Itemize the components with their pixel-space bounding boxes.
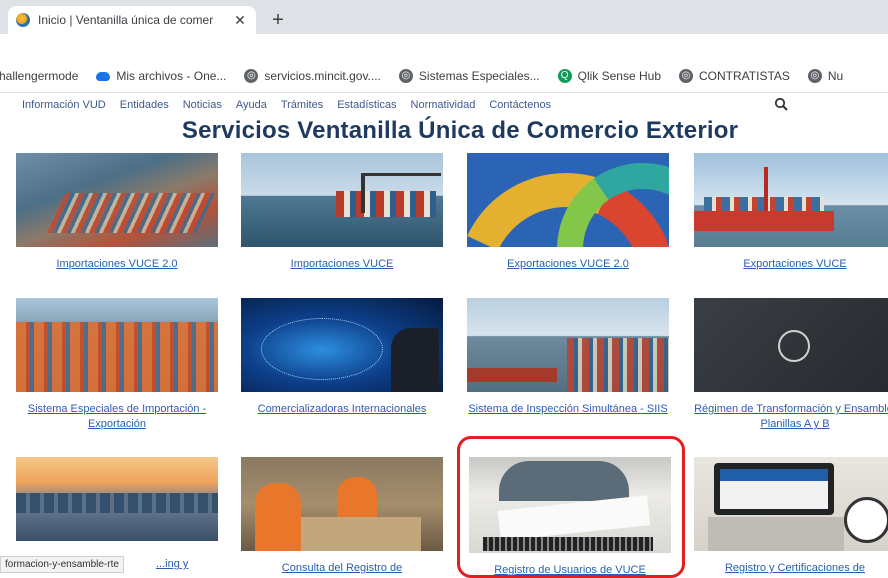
nav-estadisticas[interactable]: Estadísticas bbox=[337, 99, 396, 111]
highlight-box bbox=[457, 436, 685, 578]
bookmark-label: servicios.mincit.gov.... bbox=[264, 69, 381, 83]
globe-icon: ◎ bbox=[398, 69, 413, 83]
ship-crane-image bbox=[241, 153, 443, 247]
bookmark-label: Sistemas Especiales... bbox=[418, 69, 540, 83]
card-label[interactable]: Régimen de Transformación y Ensamble, Pl… bbox=[694, 402, 888, 432]
service-card-comercializadoras[interactable]: Comercializadoras Internacionales bbox=[241, 298, 443, 417]
factory-workers-image bbox=[241, 457, 443, 551]
nav-normatividad[interactable]: Normatividad bbox=[411, 99, 476, 111]
qlik-icon: Q bbox=[557, 69, 572, 83]
search-icon[interactable] bbox=[774, 97, 788, 114]
card-label[interactable]: Exportaciones VUCE bbox=[694, 257, 888, 272]
service-card-registro-certificaciones[interactable]: Registro y Certificaciones de bbox=[694, 457, 888, 576]
card-label[interactable]: Registro y Certificaciones de bbox=[694, 561, 888, 576]
card-label[interactable]: Importaciones VUCE bbox=[241, 257, 443, 272]
card-label[interactable]: Comercializadoras Internacionales bbox=[241, 402, 443, 417]
loading-circle-icon bbox=[778, 330, 810, 362]
nav-ayuda[interactable]: Ayuda bbox=[236, 99, 267, 111]
nav-noticias[interactable]: Noticias bbox=[183, 99, 222, 111]
bookmark-servicios-mincit[interactable]: ◎ servicios.mincit.gov.... bbox=[244, 69, 381, 83]
bookmark-label: Qlik Sense Hub bbox=[577, 69, 661, 83]
nav-informacion-vud[interactable]: Información VUD bbox=[22, 99, 106, 111]
port-city-image bbox=[467, 298, 669, 392]
address-bar-area bbox=[0, 34, 888, 60]
site-navigation: Información VUD Entidades Noticias Ayuda… bbox=[0, 93, 888, 117]
card-label-partial[interactable]: ...ing y bbox=[156, 558, 188, 570]
bookmark-label: CONTRATISTAS bbox=[699, 69, 790, 83]
service-card-importaciones-vuce[interactable]: Importaciones VUCE bbox=[241, 153, 443, 272]
card-label[interactable]: Consulta del Registro de bbox=[241, 561, 443, 576]
bookmark-challengermode[interactable]: hallengermode bbox=[0, 69, 78, 83]
colorful-containers-image bbox=[467, 153, 669, 247]
new-tab-button[interactable]: + bbox=[266, 8, 290, 32]
site-favicon-icon bbox=[16, 13, 30, 27]
service-card-importaciones-vuce-2[interactable]: Importaciones VUCE 2.0 bbox=[16, 153, 218, 272]
service-card-exportaciones-vuce-2[interactable]: Exportaciones VUCE 2.0 bbox=[467, 153, 669, 272]
cargo-ship-image bbox=[694, 153, 888, 247]
card-label[interactable]: Exportaciones VUCE 2.0 bbox=[467, 257, 669, 272]
container-yard-image bbox=[16, 298, 218, 392]
card-label[interactable]: Sistema Especiales de Importación - Expo… bbox=[16, 402, 218, 432]
cloud-icon bbox=[96, 71, 111, 81]
globe-icon: ◎ bbox=[807, 69, 822, 83]
bookmark-label: Nu bbox=[827, 69, 844, 83]
digital-globe-image bbox=[241, 298, 443, 392]
bookmark-nu[interactable]: ◎ Nu bbox=[807, 69, 844, 83]
service-card-transformacion[interactable] bbox=[16, 457, 218, 541]
globe-icon: ◎ bbox=[244, 69, 259, 83]
bookmark-mis-archivos[interactable]: Mis archivos - One... bbox=[96, 69, 226, 83]
close-tab-icon[interactable]: ✕ bbox=[232, 12, 248, 29]
status-bar-url: formacion-y-ensamble-rte bbox=[0, 556, 124, 573]
card-label[interactable]: Sistema de Inspección Simultánea - SIIS bbox=[467, 402, 669, 417]
service-card-siis[interactable]: Sistema de Inspección Simultánea - SIIS bbox=[467, 298, 669, 417]
sunset-containers-image bbox=[16, 457, 218, 541]
nav-entidades[interactable]: Entidades bbox=[120, 99, 169, 111]
tab-strip: Inicio | Ventanilla única de comer ✕ + bbox=[0, 0, 888, 34]
bookmark-label: Mis archivos - One... bbox=[116, 69, 227, 83]
laptop-typing-image bbox=[694, 457, 888, 551]
nav-contactenos[interactable]: Contáctenos bbox=[489, 99, 551, 111]
service-card-consulta-registro[interactable]: Consulta del Registro de bbox=[241, 457, 443, 576]
browser-tab[interactable]: Inicio | Ventanilla única de comer ✕ bbox=[8, 6, 256, 34]
dark-video-image bbox=[694, 298, 888, 392]
service-card-sistema-especiales[interactable]: Sistema Especiales de Importación - Expo… bbox=[16, 298, 218, 432]
bookmarks-bar: hallengermode Mis archivos - One... ◎ se… bbox=[0, 60, 888, 93]
service-card-regimen-transformacion[interactable]: Régimen de Transformación y Ensamble, Pl… bbox=[694, 298, 888, 432]
service-card-exportaciones-vuce[interactable]: Exportaciones VUCE bbox=[694, 153, 888, 272]
bookmark-label: hallengermode bbox=[0, 69, 79, 83]
card-label[interactable]: Importaciones VUCE 2.0 bbox=[16, 257, 218, 272]
bookmark-qlik-sense-hub[interactable]: Q Qlik Sense Hub bbox=[557, 69, 661, 83]
tab-title: Inicio | Ventanilla única de comer bbox=[38, 13, 214, 27]
page-title: Servicios Ventanilla Única de Comercio E… bbox=[181, 117, 739, 144]
globe-icon: ◎ bbox=[679, 69, 693, 83]
port-aerial-image bbox=[16, 153, 218, 247]
bookmark-contratistas[interactable]: ◎ CONTRATISTAS bbox=[679, 69, 790, 83]
bookmark-sistemas-especiales[interactable]: ◎ Sistemas Especiales... bbox=[398, 69, 540, 83]
nav-tramites[interactable]: Trámites bbox=[281, 99, 323, 111]
